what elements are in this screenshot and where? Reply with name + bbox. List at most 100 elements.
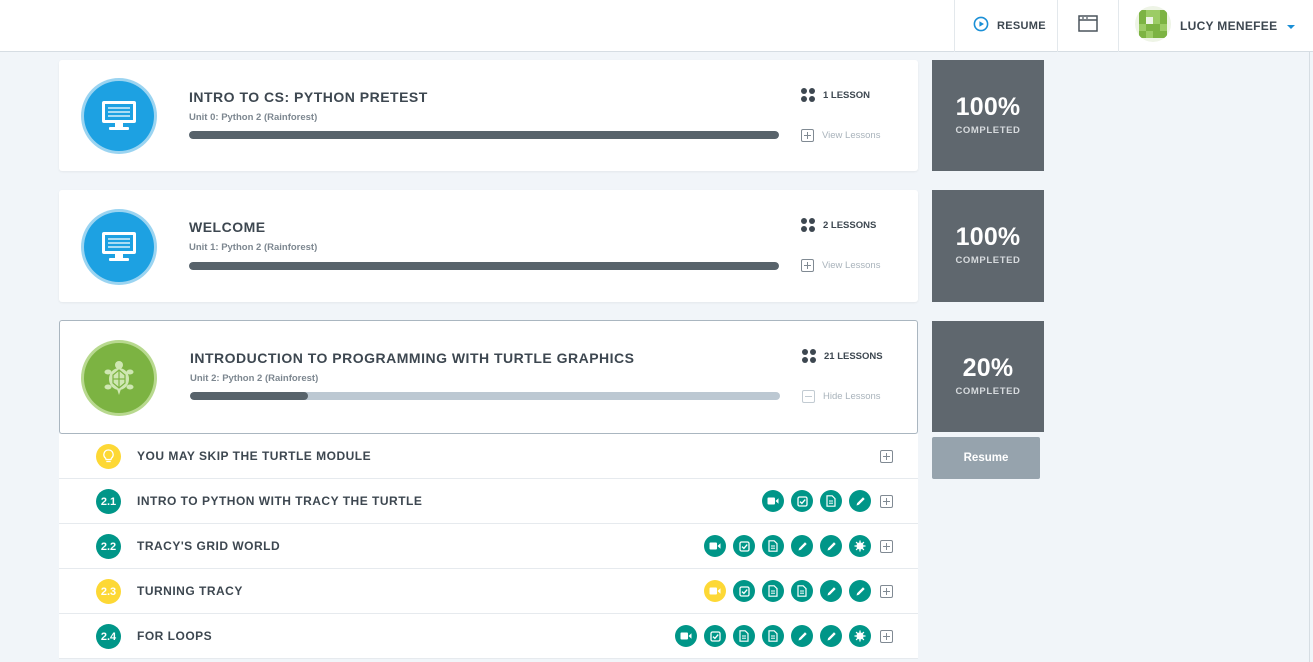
- gear-icon[interactable]: [849, 625, 871, 647]
- progress-fill: [189, 262, 779, 270]
- pencil-icon[interactable]: [820, 580, 842, 602]
- module-card-active[interactable]: INTRODUCTION TO PROGRAMMING WITH TURTLE …: [59, 320, 918, 434]
- toggle-label: View Lessons: [822, 260, 881, 271]
- checkbox-icon[interactable]: [704, 625, 726, 647]
- completion-percent: 100%: [955, 223, 1021, 251]
- module-title[interactable]: INTRODUCTION TO PROGRAMMING WITH TURTLE …: [190, 350, 635, 366]
- view-lessons-toggle[interactable]: View Lessons: [801, 129, 880, 142]
- completion-tile: 100% COMPLETED: [932, 60, 1044, 171]
- document-icon[interactable]: [791, 580, 813, 602]
- module-title[interactable]: INTRO TO CS: PYTHON PRETEST: [189, 89, 428, 105]
- pencil-icon[interactable]: [791, 535, 813, 557]
- lesson-title[interactable]: TRACY'S GRID WORLD: [137, 539, 280, 553]
- user-menu[interactable]: LUCY MENEFEE: [1119, 0, 1307, 52]
- expand-icon[interactable]: [880, 630, 893, 643]
- lesson-row[interactable]: 2.4 FOR LOOPS: [59, 614, 918, 659]
- completion-tile: 100% COMPLETED: [932, 190, 1044, 302]
- grid-dots-icon: [801, 218, 815, 232]
- completed-label: COMPLETED: [955, 125, 1021, 136]
- lesson-title[interactable]: INTRO TO PYTHON WITH TRACY THE TURTLE: [137, 494, 422, 508]
- scrollbar-track[interactable]: [1309, 52, 1310, 662]
- expand-icon[interactable]: [880, 585, 893, 598]
- activity-icons: [704, 535, 871, 557]
- lesson-count: 1 LESSON: [801, 88, 870, 102]
- lesson-title[interactable]: TURNING TRACY: [137, 584, 243, 598]
- lesson-row[interactable]: 2.3 TURNING TRACY: [59, 569, 918, 614]
- expand-icon[interactable]: [880, 450, 893, 463]
- checkbox-icon[interactable]: [733, 535, 755, 557]
- gear-icon[interactable]: [849, 535, 871, 557]
- video-camera-icon[interactable]: [704, 580, 726, 602]
- completion-percent: 20%: [962, 354, 1014, 382]
- browser-window-icon: [1078, 15, 1098, 37]
- resume-button[interactable]: Resume: [932, 437, 1040, 479]
- hide-lessons-toggle[interactable]: Hide Lessons: [802, 390, 881, 403]
- lesson-count-label: 2 LESSONS: [823, 219, 877, 231]
- checkbox-icon[interactable]: [791, 490, 813, 512]
- document-icon[interactable]: [762, 580, 784, 602]
- grid-dots-icon: [801, 88, 815, 102]
- document-icon[interactable]: [820, 490, 842, 512]
- window-button[interactable]: [1058, 0, 1118, 52]
- document-icon[interactable]: [733, 625, 755, 647]
- plus-box-icon: [801, 129, 814, 142]
- toggle-label: Hide Lessons: [823, 391, 881, 402]
- lesson-title[interactable]: YOU MAY SKIP THE TURTLE MODULE: [137, 449, 371, 463]
- progress-bar: [190, 392, 780, 400]
- completed-label: COMPLETED: [955, 255, 1021, 266]
- play-circle-icon: [973, 16, 989, 37]
- module-unit: Unit 2: Python 2 (Rainforest): [190, 373, 319, 384]
- progress-fill: [189, 131, 779, 139]
- pencil-icon[interactable]: [849, 490, 871, 512]
- video-camera-icon[interactable]: [675, 625, 697, 647]
- lesson-number: 2.3: [96, 579, 121, 604]
- plus-box-icon: [801, 259, 814, 272]
- checkbox-icon[interactable]: [733, 580, 755, 602]
- divider: [954, 0, 955, 52]
- user-name: LUCY MENEFEE: [1180, 19, 1278, 33]
- activity-icons: [762, 490, 871, 512]
- document-icon[interactable]: [762, 625, 784, 647]
- pencil-icon[interactable]: [849, 580, 871, 602]
- lesson-row[interactable]: YOU MAY SKIP THE TURTLE MODULE: [59, 434, 918, 479]
- lesson-list: YOU MAY SKIP THE TURTLE MODULE 2.1 INTRO…: [59, 434, 918, 659]
- computer-icon: [84, 81, 154, 151]
- lesson-title[interactable]: FOR LOOPS: [137, 629, 212, 643]
- lesson-count-label: 21 LESSONS: [824, 350, 883, 362]
- module-title[interactable]: WELCOME: [189, 219, 266, 235]
- video-camera-icon[interactable]: [762, 490, 784, 512]
- expand-icon[interactable]: [880, 540, 893, 553]
- pencil-icon[interactable]: [820, 535, 842, 557]
- pencil-icon[interactable]: [820, 625, 842, 647]
- video-camera-icon[interactable]: [704, 535, 726, 557]
- pencil-icon[interactable]: [791, 625, 813, 647]
- minus-box-icon: [802, 390, 815, 403]
- module-card[interactable]: WELCOME Unit 1: Python 2 (Rainforest) 2 …: [59, 190, 918, 302]
- module-unit: Unit 1: Python 2 (Rainforest): [189, 242, 318, 253]
- lesson-number: 2.1: [96, 489, 121, 514]
- avatar: [1135, 5, 1171, 47]
- lightbulb-icon: [96, 444, 121, 469]
- document-icon[interactable]: [762, 535, 784, 557]
- lesson-count-label: 1 LESSON: [823, 89, 870, 101]
- progress-bar: [189, 262, 779, 270]
- lesson-number: 2.2: [96, 534, 121, 559]
- view-lessons-toggle[interactable]: View Lessons: [801, 259, 880, 272]
- lesson-row[interactable]: 2.1 INTRO TO PYTHON WITH TRACY THE TURTL…: [59, 479, 918, 524]
- grid-dots-icon: [802, 349, 816, 363]
- lesson-count: 2 LESSONS: [801, 218, 876, 232]
- lesson-count: 21 LESSONS: [802, 349, 883, 363]
- activity-icons: [675, 625, 871, 647]
- completion-percent: 100%: [955, 93, 1021, 121]
- activity-icons: [704, 580, 871, 602]
- progress-bar: [189, 131, 779, 139]
- resume-label: RESUME: [997, 20, 1046, 32]
- completion-tile: 20% COMPLETED: [932, 321, 1044, 432]
- toggle-label: View Lessons: [822, 130, 881, 141]
- module-unit: Unit 0: Python 2 (Rainforest): [189, 112, 318, 123]
- lesson-row[interactable]: 2.2 TRACY'S GRID WORLD: [59, 524, 918, 569]
- top-bar: RESUME LUCY MENEFEE: [0, 0, 1313, 52]
- module-card[interactable]: INTRO TO CS: PYTHON PRETEST Unit 0: Pyth…: [59, 60, 918, 171]
- expand-icon[interactable]: [880, 495, 893, 508]
- resume-link[interactable]: RESUME: [970, 0, 1056, 52]
